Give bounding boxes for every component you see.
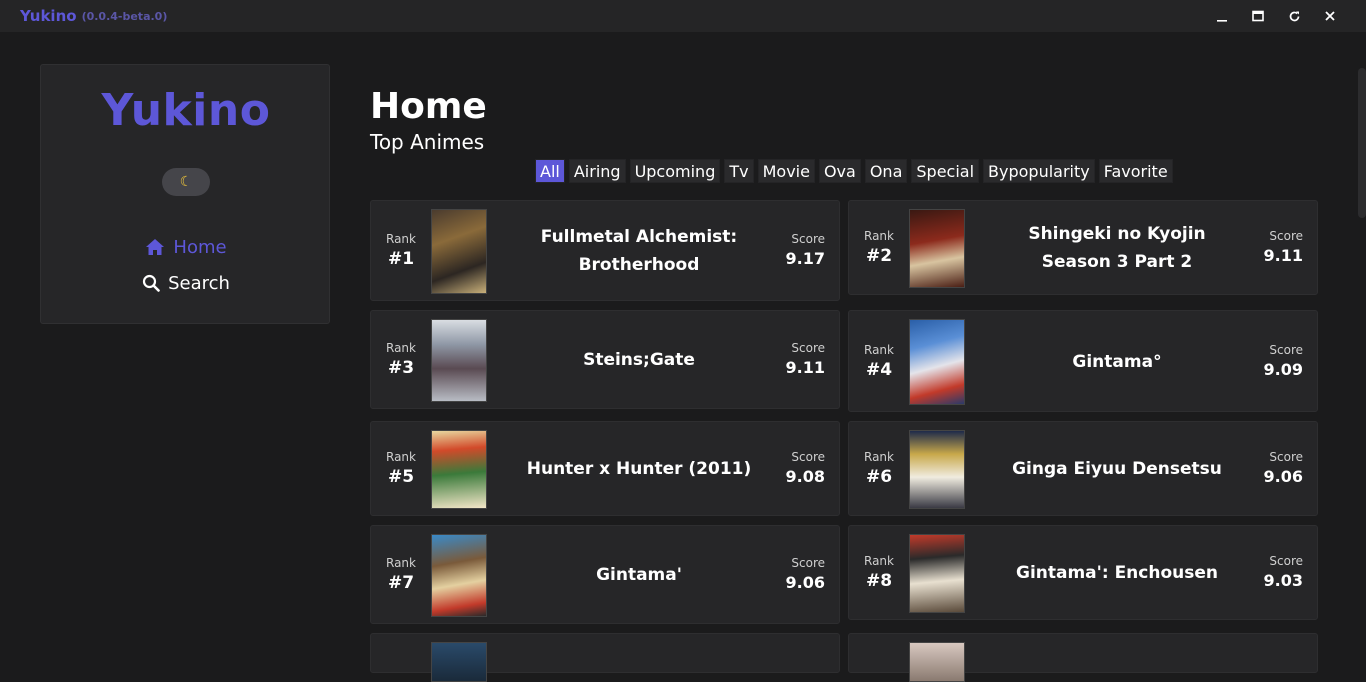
sidebar-item-label: Home (173, 236, 227, 258)
rank-number: #3 (387, 358, 415, 378)
anime-poster (909, 430, 965, 509)
filter-tabs: All Airing Upcoming Tv Movie Ova Ona Spe… (535, 159, 1173, 183)
search-icon (142, 274, 160, 292)
title-bar: Yukino (0.0.4-beta.0) (0, 0, 1366, 32)
score-label: Score (1269, 450, 1303, 464)
tab-favorite[interactable]: Favorite (1098, 159, 1173, 183)
rank-number: #8 (865, 571, 893, 591)
score-label: Score (1269, 554, 1303, 568)
score-label: Score (1269, 343, 1303, 357)
sidebar-nav: Home Search (41, 229, 331, 301)
score-value: 9.06 (785, 573, 825, 592)
anime-poster (431, 642, 487, 682)
tab-movie[interactable]: Movie (757, 159, 815, 183)
sidebar-item-label: Search (168, 272, 230, 294)
anime-card[interactable] (370, 633, 840, 682)
sidebar-item-search[interactable]: Search (41, 265, 331, 301)
anime-title: Hunter x Hunter (2011) (526, 459, 752, 479)
app-version: (0.0.4-beta.0) (81, 9, 168, 23)
rank-number: #1 (387, 249, 415, 269)
window-controls (1204, 0, 1348, 32)
anime-title: Steins;Gate (583, 350, 695, 370)
rank-label: Rank (386, 556, 416, 570)
anime-card[interactable]: Rank #5 Hunter x Hunter (2011) Score 9.0… (370, 421, 840, 516)
score-value: 9.11 (785, 358, 825, 377)
tab-tv[interactable]: Tv (724, 159, 754, 183)
minimize-button[interactable] (1204, 0, 1240, 32)
anime-title: Ginga Eiyuu Densetsu (1012, 459, 1222, 479)
anime-card[interactable]: Rank #2 Shingeki no Kyojin Season 3 Part… (848, 200, 1318, 295)
rank-label: Rank (386, 232, 416, 246)
tab-special[interactable]: Special (911, 159, 980, 183)
score-value: 9.06 (1263, 467, 1303, 486)
tab-ona[interactable]: Ona (864, 159, 908, 183)
score-label: Score (1269, 229, 1303, 243)
home-icon (145, 238, 165, 256)
page-subtitle: Top Animes (370, 130, 485, 154)
anime-card[interactable]: Rank #4 Gintama° Score 9.09 (848, 310, 1318, 412)
app-name: Yukino (20, 7, 77, 25)
score-value: 9.11 (1263, 246, 1303, 265)
anime-poster (431, 209, 487, 294)
maximize-icon (1252, 10, 1264, 22)
theme-toggle[interactable]: ☾ (162, 168, 210, 196)
score-value: 9.03 (1263, 571, 1303, 590)
minimize-icon (1217, 20, 1227, 22)
rank-label: Rank (864, 343, 894, 357)
rank-label: Rank (864, 450, 894, 464)
rank-number: #6 (865, 467, 893, 487)
scrollbar[interactable] (1358, 32, 1366, 649)
anime-poster (909, 642, 965, 682)
rank-number: #4 (865, 360, 893, 380)
rank-number: #7 (387, 573, 415, 593)
anime-poster (909, 534, 965, 613)
maximize-button[interactable] (1240, 0, 1276, 32)
rank-label: Rank (386, 341, 416, 355)
rank-label: Rank (864, 554, 894, 568)
anime-poster (909, 319, 965, 405)
anime-card[interactable]: Rank #3 Steins;Gate Score 9.11 (370, 310, 840, 409)
close-button[interactable] (1312, 0, 1348, 32)
score-value: 9.17 (785, 249, 825, 268)
anime-title: Gintama° (1072, 352, 1162, 372)
sidebar-item-home[interactable]: Home (41, 229, 331, 265)
anime-title: Gintama' (596, 565, 682, 585)
tab-ova[interactable]: Ova (818, 159, 861, 183)
tab-upcoming[interactable]: Upcoming (629, 159, 721, 183)
anime-card[interactable]: Rank #8 Gintama': Enchousen Score 9.03 (848, 525, 1318, 620)
rank-number: #2 (865, 246, 893, 266)
rank-label: Rank (386, 450, 416, 464)
rank-number: #5 (387, 467, 415, 487)
sidebar: Yukino ☾ Home Search (40, 64, 330, 324)
page-title: Home (370, 86, 487, 127)
sidebar-brand: Yukino (101, 85, 271, 136)
anime-card[interactable] (848, 633, 1318, 682)
score-label: Score (791, 556, 825, 570)
tab-all[interactable]: All (535, 159, 565, 183)
anime-card[interactable]: Rank #1 Fullmetal Alchemist: Brotherhood… (370, 200, 840, 301)
anime-card[interactable]: Rank #7 Gintama' Score 9.06 (370, 525, 840, 624)
anime-title: Shingeki no Kyojin Season 3 Part 2 (1028, 224, 1206, 272)
anime-card[interactable]: Rank #6 Ginga Eiyuu Densetsu Score 9.06 (848, 421, 1318, 516)
close-icon (1325, 11, 1335, 21)
moon-icon: ☾ (179, 174, 193, 190)
anime-title: Gintama': Enchousen (1015, 563, 1219, 583)
rank-label: Rank (864, 229, 894, 243)
score-label: Score (791, 232, 825, 246)
score-label: Score (791, 341, 825, 355)
tab-airing[interactable]: Airing (568, 159, 626, 183)
anime-poster (431, 319, 487, 402)
score-label: Score (791, 450, 825, 464)
scrollbar-thumb[interactable] (1358, 68, 1366, 218)
reload-button[interactable] (1276, 0, 1312, 32)
anime-poster (909, 209, 965, 288)
reload-icon (1289, 11, 1299, 21)
anime-title: Fullmetal Alchemist: Brotherhood (540, 227, 738, 275)
tab-bypopularity[interactable]: Bypopularity (983, 159, 1095, 183)
anime-poster (431, 534, 487, 617)
score-value: 9.08 (785, 467, 825, 486)
score-value: 9.09 (1263, 360, 1303, 379)
anime-poster (431, 430, 487, 509)
